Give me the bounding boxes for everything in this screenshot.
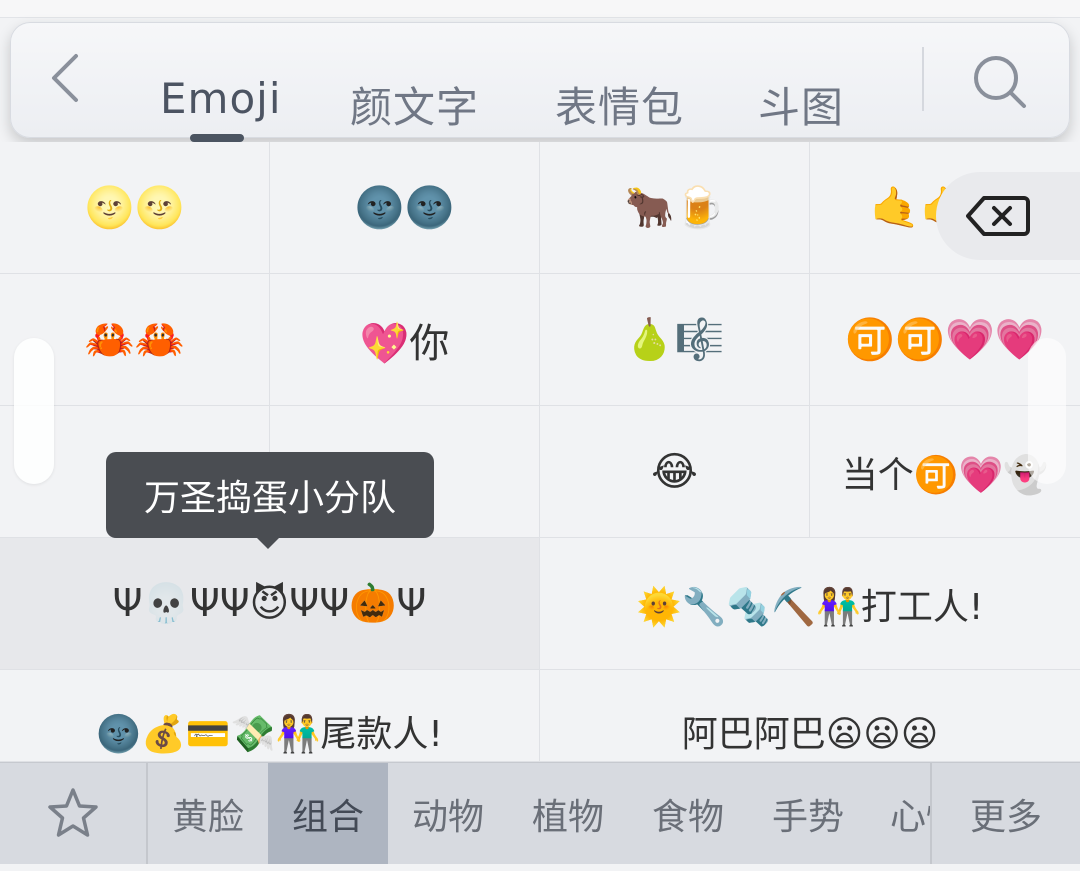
tooltip-arrow (256, 537, 280, 549)
tab-kaomoji[interactable]: 颜文字 (350, 74, 479, 135)
combo-cell[interactable]: 😂 (540, 406, 810, 538)
combo-cell[interactable]: 🐂🍺 (540, 142, 810, 274)
combo-tooltip: 万圣捣蛋小分队 (106, 452, 434, 538)
status-strip (0, 0, 1080, 18)
category-yellow-face[interactable]: 黄脸 (148, 763, 268, 865)
combo-cell[interactable]: 🌚💰💳💸👫尾款人! (0, 670, 540, 762)
combo-text: 🌚🌚 (354, 185, 455, 231)
scroll-handle-right[interactable] (1028, 338, 1066, 484)
star-icon (48, 788, 98, 837)
scroll-handle-left[interactable] (14, 338, 54, 484)
combo-text: Ψ💀ΨΨ😈ΨΨ🎃Ψ (112, 581, 427, 625)
combo-cell[interactable]: 🍐🎼 (540, 274, 810, 406)
emoji-tab-bar: Emoji 颜文字 表情包 斗图 (10, 22, 1070, 142)
back-button[interactable] (36, 48, 96, 108)
combo-cell[interactable]: 💖你 (270, 274, 540, 406)
combo-cell-pressed[interactable]: Ψ💀ΨΨ😈ΨΨ🎃Ψ (0, 538, 540, 670)
combo-text: 阿巴阿巴😦😦😦 (681, 714, 939, 755)
combo-text: 🌞🔧🔩⛏️👫打工人! (636, 586, 984, 628)
search-button[interactable] (970, 52, 1030, 112)
search-icon (974, 56, 1026, 108)
tab-emoji[interactable]: Emoji (160, 74, 281, 123)
favorites-button[interactable] (0, 763, 148, 865)
category-food[interactable]: 食物 (628, 763, 748, 865)
combo-cell[interactable]: 🌚🌚 (270, 142, 540, 274)
chevron-left-icon (52, 54, 78, 102)
combo-text: 🐂🍺 (624, 185, 725, 231)
category-gestures[interactable]: 手势 (748, 763, 868, 865)
tooltip-text: 万圣捣蛋小分队 (143, 478, 396, 519)
combo-text: 🍐🎼 (624, 317, 725, 363)
combo-cell[interactable]: 🌝🌝 (0, 142, 270, 274)
tab-sticker[interactable]: 表情包 (555, 74, 684, 135)
combo-cell[interactable]: 🌞🔧🔩⛏️👫打工人! (540, 538, 1080, 670)
combo-text: 😂 (651, 448, 698, 495)
tab-meme[interactable]: 斗图 (758, 74, 844, 135)
combo-text: 🦀🦀 (84, 317, 185, 363)
combo-cell[interactable]: 阿巴阿巴😦😦😦 (540, 670, 1080, 762)
delete-button[interactable] (936, 172, 1080, 260)
combo-text: 💖你 (359, 320, 450, 367)
more-categories-button[interactable]: 更多 (930, 763, 1080, 865)
combo-text: 🌚💰💳💸👫尾款人! (96, 714, 443, 755)
combo-text: 🉑🉑💗💗 (845, 317, 1045, 363)
tab-divider (922, 47, 924, 111)
category-bar: 黄脸 组合 动物 植物 食物 手势 心情 更多 (0, 762, 1080, 865)
category-combo[interactable]: 组合 (268, 763, 388, 865)
bottom-strip (0, 864, 1080, 871)
backspace-icon (966, 196, 1030, 236)
category-plants[interactable]: 植物 (508, 763, 628, 865)
active-tab-indicator (190, 134, 244, 142)
combo-text: 当个🉑💗👻 (841, 454, 1049, 496)
combo-text: 🌝🌝 (84, 185, 185, 231)
category-animals[interactable]: 动物 (388, 763, 508, 865)
